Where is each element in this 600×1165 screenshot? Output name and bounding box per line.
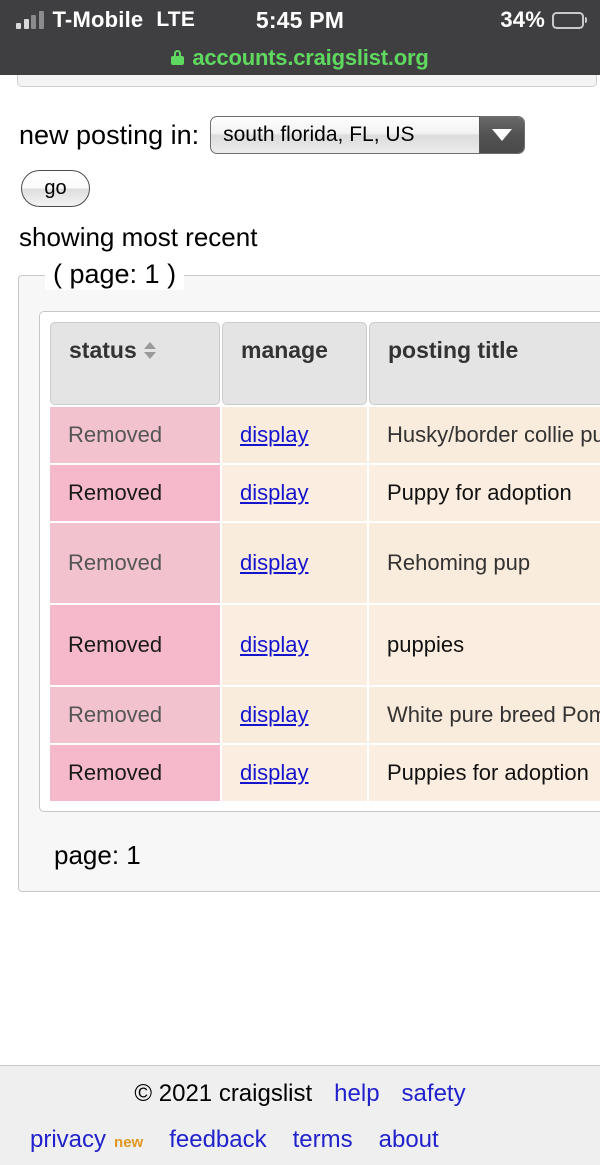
new-posting-label: new posting in:	[19, 119, 200, 150]
display-link[interactable]: display	[240, 480, 308, 505]
cell-posting-title: Puppy for adoption	[369, 465, 600, 521]
cell-manage: display	[222, 465, 367, 521]
cell-posting-title: Rehoming pup	[369, 523, 600, 603]
cell-posting-title: White pure breed Pomeranian	[369, 687, 600, 743]
cell-manage: display	[222, 407, 367, 463]
chevron-down-icon[interactable]	[479, 117, 525, 153]
location-select-value: south florida, FL, US	[223, 123, 415, 146]
table-row: Removed display Puppy for adoption	[50, 465, 600, 521]
footer-row-primary: © 2021 craigslist help safety	[0, 1080, 600, 1108]
cell-manage: display	[222, 745, 367, 801]
display-link[interactable]: display	[240, 702, 308, 727]
cell-posting-title: puppies	[369, 605, 600, 685]
page-content: new posting in: south florida, FL, US go…	[0, 75, 600, 1065]
cell-status: Removed	[50, 523, 220, 603]
footer-link-privacy[interactable]: privacy	[30, 1126, 106, 1154]
browser-url-bar[interactable]: accounts.craigslist.org	[0, 40, 600, 75]
cell-status: Removed	[50, 687, 220, 743]
table-header-row: status manage posting title	[50, 322, 600, 405]
page-legend: ( page: 1 )	[45, 259, 185, 290]
table-row: Removed display Puppies for adoption	[50, 745, 600, 801]
display-link[interactable]: display	[240, 632, 308, 657]
display-link[interactable]: display	[240, 760, 308, 785]
postings-table-scroller[interactable]: status manage posting title Removed displ…	[39, 311, 600, 812]
carrier-label: T-Mobile	[52, 7, 144, 32]
scrolled-past-panel	[17, 75, 597, 87]
new-badge: new	[114, 1134, 144, 1151]
url-label: accounts.craigslist.org	[192, 44, 429, 70]
footer-link-terms[interactable]: terms	[293, 1126, 353, 1154]
cell-status: Removed	[50, 745, 220, 801]
display-link[interactable]: display	[240, 550, 308, 575]
cell-status: Removed	[50, 605, 220, 685]
postings-table: status manage posting title Removed displ…	[48, 320, 600, 803]
sort-updown-icon[interactable]	[144, 342, 157, 359]
footer-link-help[interactable]: help	[334, 1080, 379, 1108]
footer-row-secondary: privacy new feedback terms about	[0, 1126, 600, 1154]
network-type-label: LTE	[156, 8, 196, 31]
ios-status-bar: T-Mobile LTE 5:45 PM 34%	[0, 0, 600, 40]
column-header-manage[interactable]: manage	[222, 322, 367, 405]
table-head: status manage posting title	[50, 322, 600, 405]
cell-posting-title: Husky/border collie puppies	[369, 407, 600, 463]
table-row: Removed display Husky/border collie puppie…	[50, 407, 600, 463]
table-body: Removed display Husky/border collie puppie…	[50, 407, 600, 801]
site-footer: © 2021 craigslist help safety privacy ne…	[0, 1065, 600, 1165]
battery-icon	[552, 11, 584, 29]
display-link[interactable]: display	[240, 422, 308, 447]
cellular-signal-icon	[16, 11, 44, 29]
go-button[interactable]: go	[21, 170, 90, 207]
column-header-status-label: status	[69, 337, 137, 363]
copyright-label: © 2021 craigslist	[134, 1080, 313, 1107]
footer-link-about[interactable]: about	[379, 1126, 439, 1154]
column-header-status[interactable]: status	[50, 322, 220, 405]
status-bar-left: T-Mobile LTE	[16, 7, 195, 33]
cell-manage: display	[222, 605, 367, 685]
cell-manage: display	[222, 523, 367, 603]
footer-link-safety[interactable]: safety	[402, 1080, 466, 1108]
postings-panel: ( page: 1 ) status manage posting title …	[18, 259, 600, 892]
location-select[interactable]: south florida, FL, US	[210, 116, 526, 154]
footer-link-feedback[interactable]: feedback	[169, 1126, 266, 1154]
table-row: Removed display Rehoming pup	[50, 523, 600, 603]
cell-posting-title: Puppies for adoption	[369, 745, 600, 801]
battery-percent-label: 34%	[500, 7, 545, 32]
cell-status: Removed	[50, 465, 220, 521]
status-bar-right: 34%	[500, 7, 584, 33]
table-row: Removed display puppies	[50, 605, 600, 685]
page-number-label: page: 1	[54, 840, 141, 870]
cell-status: Removed	[50, 407, 220, 463]
new-posting-row: new posting in: south florida, FL, US	[19, 116, 600, 154]
cell-manage: display	[222, 687, 367, 743]
lock-icon	[171, 50, 185, 65]
table-row: Removed display White pure breed Pomerania…	[50, 687, 600, 743]
showing-most-recent-label: showing most recent	[19, 222, 258, 252]
column-header-posting-title[interactable]: posting title	[369, 322, 600, 405]
